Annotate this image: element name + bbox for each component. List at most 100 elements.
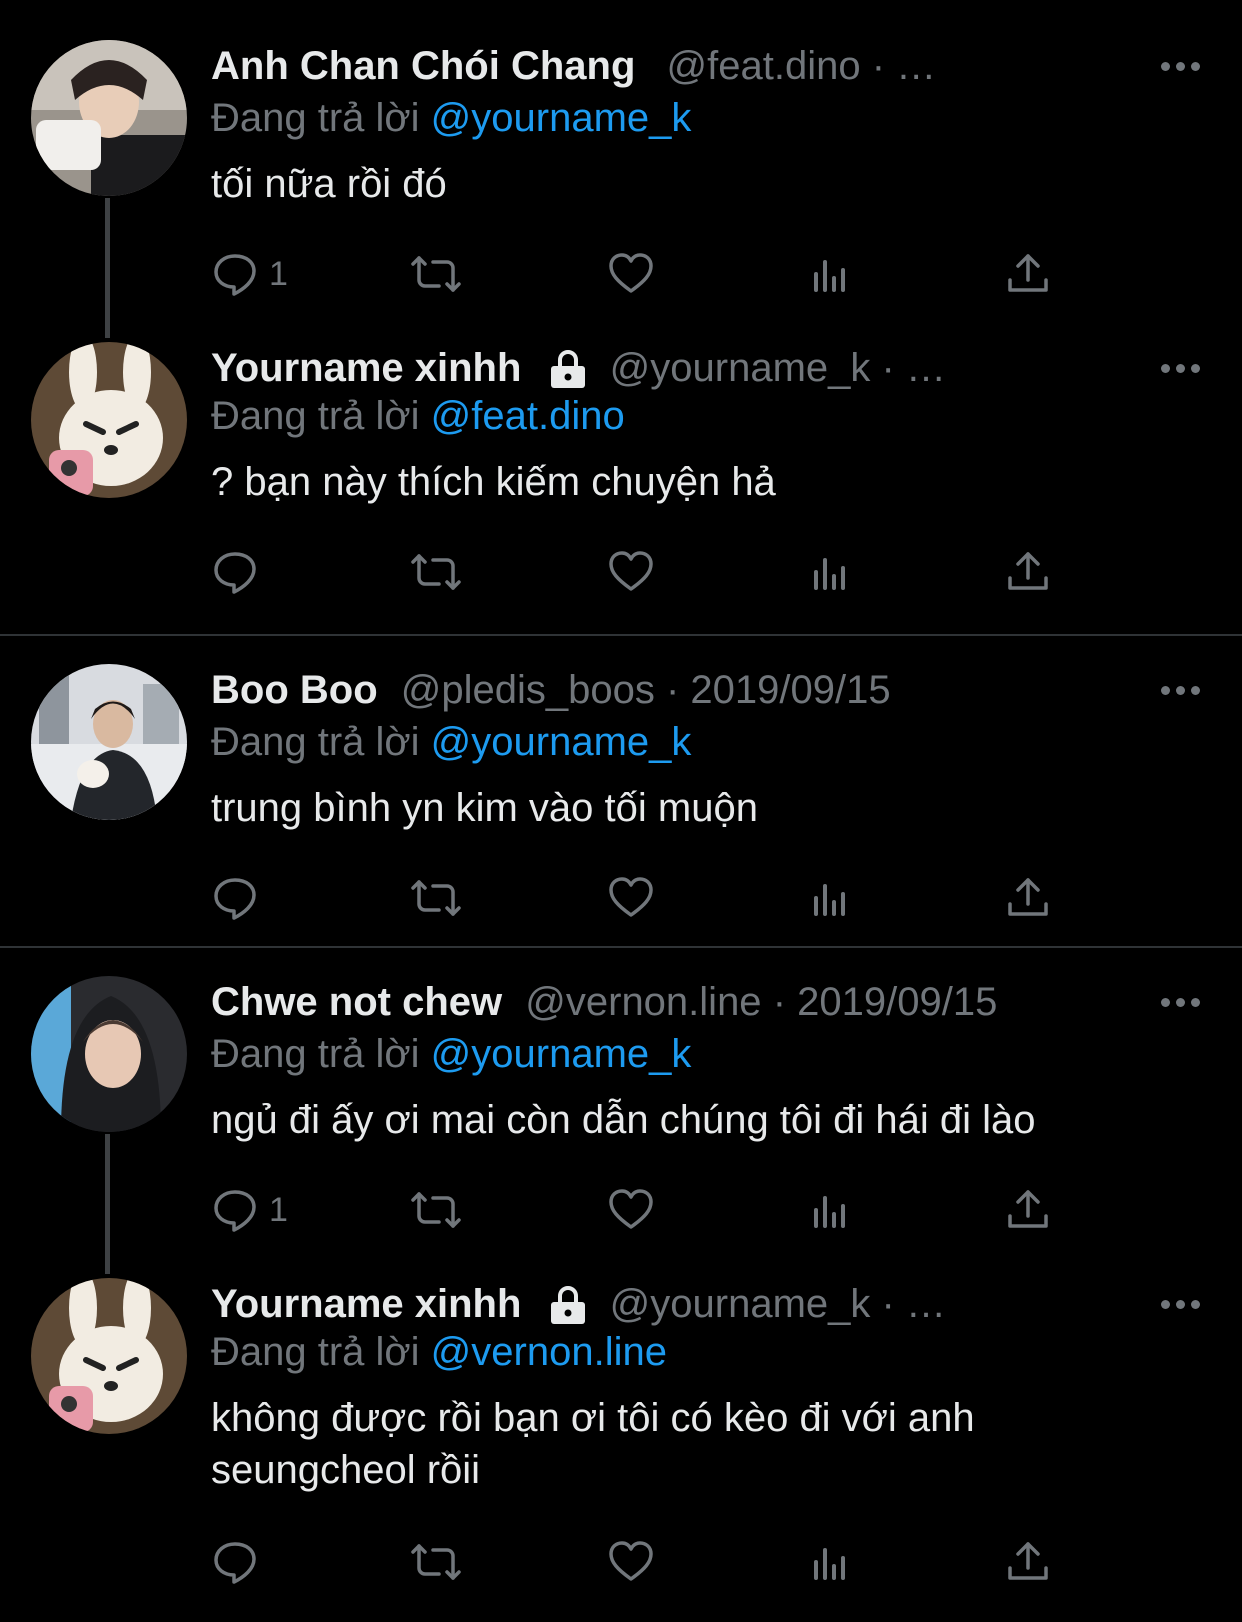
views-button[interactable] xyxy=(806,248,854,300)
timestamp[interactable]: · 2019/09/15 xyxy=(773,980,998,1024)
thread-line xyxy=(105,1134,110,1274)
replying-prefix: Đang trả lời xyxy=(211,96,420,140)
tweet-text: tối nữa rồi đó xyxy=(211,162,447,206)
more-icon[interactable] xyxy=(1161,40,1200,92)
handle[interactable]: @feat.dino xyxy=(667,44,861,88)
timestamp[interactable]: · 2019/09/15 xyxy=(666,668,891,712)
like-icon xyxy=(609,1189,653,1229)
share-button[interactable] xyxy=(1004,1184,1052,1236)
lock-icon xyxy=(550,1286,585,1325)
like-button[interactable] xyxy=(607,248,655,300)
replying-link[interactable]: @yourname_k xyxy=(431,96,692,140)
replying-link[interactable]: @yourname_k xyxy=(431,720,692,764)
views-icon xyxy=(814,558,845,590)
replying-to: Đang trả lời @feat.dino xyxy=(211,390,625,442)
display-name[interactable]: Yourname xinhh xyxy=(211,346,521,390)
replying-prefix: Đang trả lời xyxy=(211,720,420,764)
like-button[interactable] xyxy=(607,546,655,598)
reply-button[interactable] xyxy=(211,872,259,924)
reply-button[interactable] xyxy=(211,546,259,598)
replying-link[interactable]: @vernon.line xyxy=(431,1330,667,1374)
action-bar xyxy=(211,872,1111,924)
reply-count: 1 xyxy=(269,254,288,293)
reply-button[interactable]: 1 xyxy=(211,248,288,300)
tweet-text-line: không được rồi bạn ơi tôi có kèo đi với … xyxy=(211,1396,975,1440)
replying-link[interactable]: @yourname_k xyxy=(431,1032,692,1076)
reply-icon xyxy=(214,878,256,920)
divider xyxy=(0,946,1242,948)
like-button[interactable] xyxy=(607,872,655,924)
like-icon xyxy=(609,551,653,591)
retweet-button[interactable] xyxy=(407,248,465,300)
replying-prefix: Đang trả lời xyxy=(211,1330,420,1374)
tweet-text: trung bình yn kim vào tối muộn xyxy=(211,786,758,830)
handle[interactable]: @pledis_boos xyxy=(401,668,655,712)
action-bar xyxy=(211,546,1111,598)
share-button[interactable] xyxy=(1004,546,1052,598)
like-button[interactable] xyxy=(607,1536,655,1588)
display-name[interactable]: Chwe not chew xyxy=(211,980,502,1024)
share-icon xyxy=(1008,1542,1048,1580)
views-button[interactable] xyxy=(806,1184,854,1236)
display-name[interactable]: Yourname xinhh xyxy=(211,1282,521,1326)
reply-icon xyxy=(214,1190,256,1232)
share-icon xyxy=(1008,1190,1048,1228)
tweet-header: Yourname xinhh @yourname_k · … xyxy=(211,1278,946,1330)
retweet-button[interactable] xyxy=(407,1536,465,1588)
divider xyxy=(0,634,1242,636)
more-icon[interactable] xyxy=(1161,1278,1200,1330)
replying-link[interactable]: @feat.dino xyxy=(431,394,625,438)
share-button[interactable] xyxy=(1004,872,1052,924)
replying-to: Đang trả lời @vernon.line xyxy=(211,1326,667,1378)
avatar[interactable] xyxy=(31,342,187,498)
retweet-icon xyxy=(411,256,461,292)
handle[interactable]: @vernon.line xyxy=(525,980,761,1024)
retweet-button[interactable] xyxy=(407,872,465,924)
avatar[interactable] xyxy=(31,1278,187,1434)
timestamp[interactable]: · … xyxy=(882,1282,946,1326)
more-icon[interactable] xyxy=(1161,342,1200,394)
tweet-header: Chwe not chew @vernon.line · 2019/09/15 xyxy=(211,976,997,1028)
like-icon xyxy=(609,253,653,293)
handle[interactable]: @yourname_k xyxy=(610,346,871,390)
timestamp[interactable]: · … xyxy=(872,44,936,88)
handle[interactable]: @yourname_k xyxy=(610,1282,871,1326)
share-button[interactable] xyxy=(1004,248,1052,300)
reply-button[interactable] xyxy=(211,1536,259,1588)
replying-to: Đang trả lời @yourname_k xyxy=(211,92,691,144)
avatar[interactable] xyxy=(31,40,187,196)
reply-icon xyxy=(214,552,256,594)
views-button[interactable] xyxy=(806,872,854,924)
tweet-text: không được rồi bạn ơi tôi có kèo đi với … xyxy=(211,1392,1211,1496)
replying-prefix: Đang trả lời xyxy=(211,1032,420,1076)
action-bar: 1 xyxy=(211,1184,1111,1236)
replying-to: Đang trả lời @yourname_k xyxy=(211,1028,691,1080)
like-button[interactable] xyxy=(607,1184,655,1236)
timestamp[interactable]: · … xyxy=(882,346,946,390)
views-button[interactable] xyxy=(806,546,854,598)
avatar[interactable] xyxy=(31,976,187,1132)
tweet-header: Yourname xinhh @yourname_k · … xyxy=(211,342,946,394)
more-icon[interactable] xyxy=(1161,976,1200,1028)
retweet-icon xyxy=(411,880,461,916)
share-button[interactable] xyxy=(1004,1536,1052,1588)
retweet-button[interactable] xyxy=(407,546,465,598)
like-icon xyxy=(609,877,653,917)
views-button[interactable] xyxy=(806,1536,854,1588)
tweet-header: Anh Chan Chói Chang @feat.dino · … xyxy=(211,40,936,92)
action-bar xyxy=(211,1536,1111,1588)
share-icon xyxy=(1008,878,1048,916)
tweet-header: Boo Boo @pledis_boos · 2019/09/15 xyxy=(211,664,891,716)
views-icon xyxy=(814,1548,845,1580)
display-name[interactable]: Anh Chan Chói Chang xyxy=(211,44,635,88)
display-name[interactable]: Boo Boo xyxy=(211,668,378,712)
retweet-icon xyxy=(411,554,461,590)
more-icon[interactable] xyxy=(1161,664,1200,716)
like-icon xyxy=(609,1541,653,1581)
retweet-button[interactable] xyxy=(407,1184,465,1236)
avatar[interactable] xyxy=(31,664,187,820)
tweet-text: ngủ đi ấy ơi mai còn dẫn chúng tôi đi há… xyxy=(211,1098,1036,1142)
tweet-text-line: seungcheol rồii xyxy=(211,1448,481,1492)
reply-button[interactable]: 1 xyxy=(211,1184,288,1236)
replying-to: Đang trả lời @yourname_k xyxy=(211,716,691,768)
